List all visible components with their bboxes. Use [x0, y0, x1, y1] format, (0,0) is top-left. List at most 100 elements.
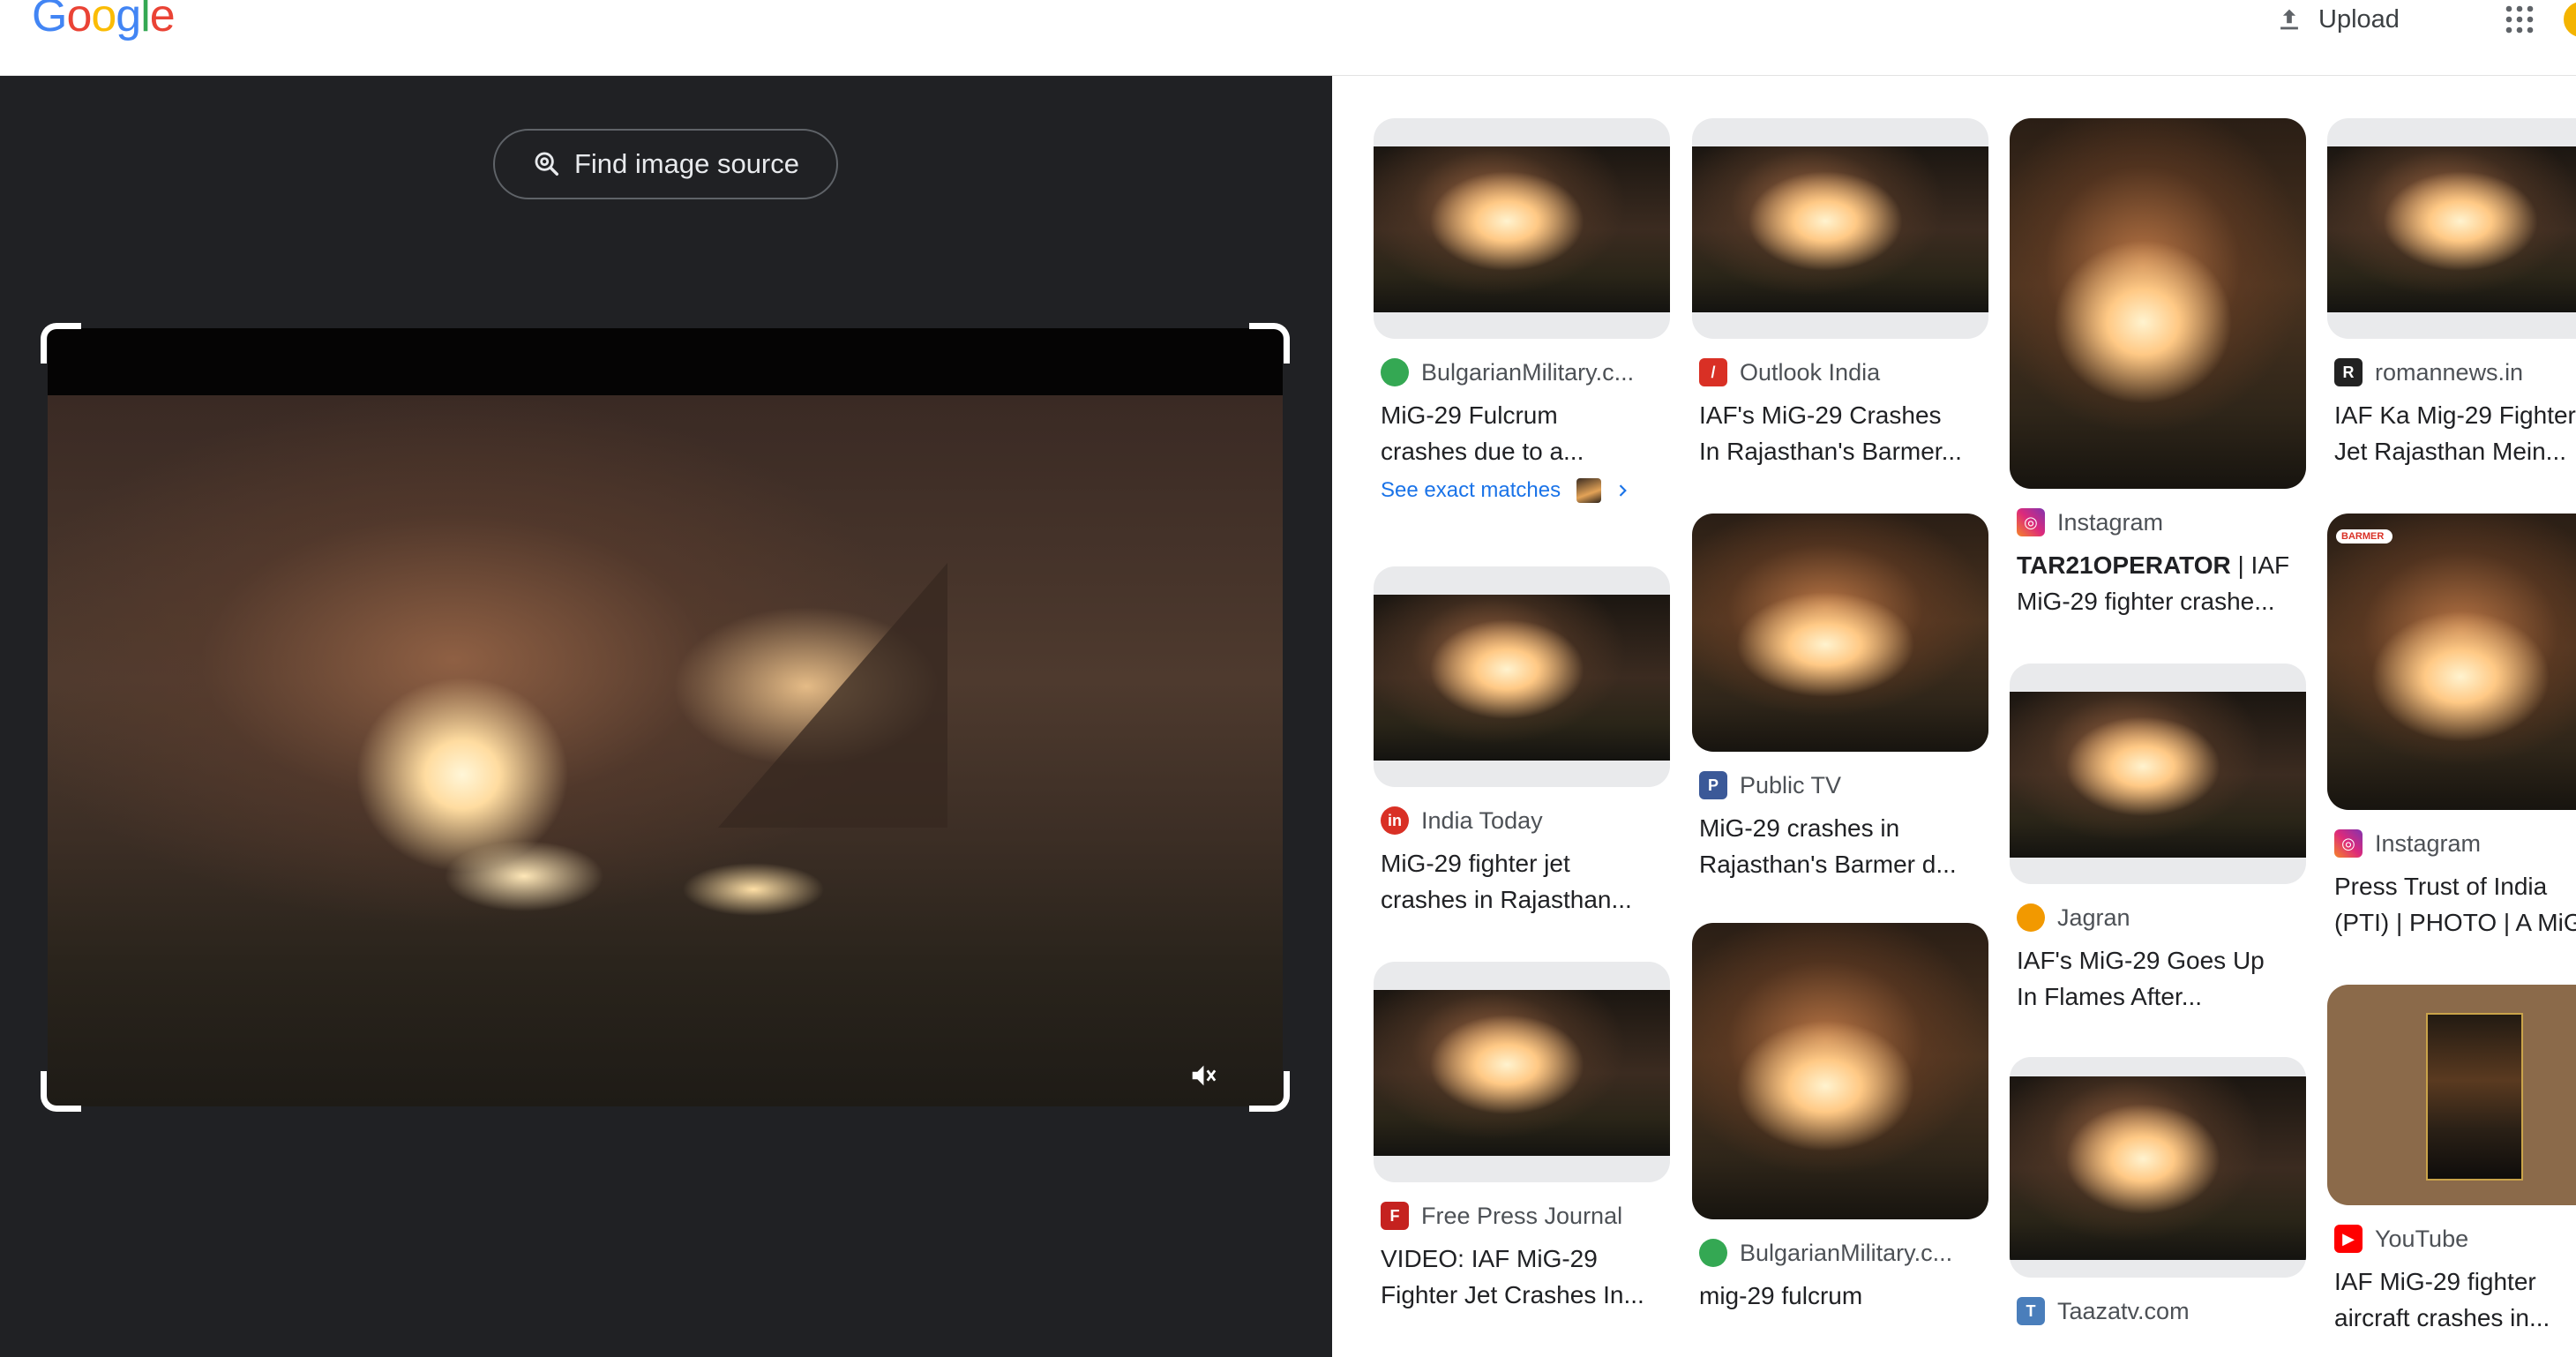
- crop-selection-frame[interactable]: [41, 323, 1290, 1112]
- logo-letter: o: [91, 0, 116, 41]
- result-title[interactable]: mig-29 fulcrum: [1699, 1278, 1990, 1314]
- result-title[interactable]: IAF Ka Mig-29 Fighter Jet Rajasthan Mein…: [2334, 397, 2576, 469]
- source-name: Taazatv.com: [2057, 1297, 2190, 1324]
- result-thumbnail[interactable]: [1692, 923, 1988, 1219]
- crop-handle-bottom-right[interactable]: [1249, 1071, 1290, 1112]
- thumbnail-photo: [2010, 118, 2306, 489]
- google-logo[interactable]: Google: [32, 0, 176, 42]
- visual-matches-grid: BulgarianMilitary.c... MiG-29 Fulcrum cr…: [1332, 76, 2576, 1357]
- source-name: Outlook India: [1740, 358, 1881, 386]
- source-name: BulgarianMilitary.c...: [1740, 1239, 1953, 1266]
- source-favicon: /: [1699, 358, 1727, 386]
- see-exact-matches-link[interactable]: See exact matches: [1381, 478, 1670, 503]
- result-card[interactable]: T Taazatv.com: [2010, 1057, 2306, 1331]
- result-thumbnail[interactable]: [1374, 566, 1670, 787]
- result-card[interactable]: ◎ Instagram TAR21OPERATOR | IAF MiG-29 f…: [2010, 118, 2306, 619]
- crop-handle-top-right[interactable]: [1249, 323, 1290, 364]
- exact-match-thumb-icon: [1576, 478, 1602, 503]
- result-source[interactable]: Jagran: [2017, 898, 2306, 937]
- find-image-source-button[interactable]: Find image source: [493, 129, 838, 199]
- result-title[interactable]: IAF MiG-29 fighter aircraft crashes in..…: [2334, 1263, 2576, 1336]
- result-thumbnail[interactable]: [2010, 1057, 2306, 1278]
- result-source[interactable]: BulgarianMilitary.c...: [1699, 1233, 1988, 1272]
- result-card[interactable]: Jagran IAF's MiG-29 Goes Up In Flames Af…: [2010, 664, 2306, 1015]
- result-title[interactable]: MiG-29 fighter jet crashes in Rajasthan.…: [1381, 845, 1672, 918]
- thumbnail-photo: [1692, 923, 1988, 1219]
- result-source[interactable]: ◎ Instagram: [2017, 503, 2306, 542]
- source-name: Instagram: [2057, 508, 2164, 536]
- result-title[interactable]: MiG-29 Fulcrum crashes due to a...: [1381, 397, 1672, 469]
- source-name: BulgarianMilitary.c...: [1421, 358, 1635, 386]
- source-name: romannews.in: [2375, 358, 2524, 386]
- result-source[interactable]: T Taazatv.com: [2017, 1292, 2306, 1331]
- source-name: YouTube: [2375, 1225, 2469, 1252]
- result-title[interactable]: TAR21OPERATOR | IAF MiG-29 fighter crash…: [2017, 547, 2308, 619]
- result-thumbnail[interactable]: [1374, 118, 1670, 339]
- thumbnail-photo: [1692, 514, 1988, 752]
- crop-handle-top-left[interactable]: [41, 323, 81, 364]
- logo-letter: G: [32, 0, 67, 41]
- source-favicon: F: [1381, 1202, 1409, 1230]
- result-source[interactable]: R romannews.in: [2334, 353, 2576, 392]
- result-thumbnail[interactable]: [1374, 962, 1670, 1182]
- crop-handle-bottom-left[interactable]: [41, 1071, 81, 1112]
- account-avatar[interactable]: [2564, 2, 2576, 37]
- result-source[interactable]: F Free Press Journal: [1381, 1196, 1670, 1235]
- result-thumbnail[interactable]: [2010, 118, 2306, 489]
- result-card[interactable]: P Public TV MiG-29 crashes in Rajasthan'…: [1692, 514, 1988, 882]
- chevron-right-icon: [1619, 484, 1627, 497]
- youtube-icon: ▶: [2334, 1225, 2363, 1253]
- result-title[interactable]: IAF's MiG-29 Crashes In Rajasthan's Barm…: [1699, 397, 1990, 469]
- result-title[interactable]: Press Trust of India (PTI) | PHOTO | A M…: [2334, 868, 2576, 941]
- thumbnail-photo: [1374, 146, 1670, 312]
- instagram-icon: ◎: [2017, 508, 2045, 536]
- result-card[interactable]: BARMER ◎ Instagram Press Trust of India …: [2327, 514, 2576, 941]
- result-card[interactable]: ▶ YouTube IAF MiG-29 fighter aircraft cr…: [2327, 985, 2576, 1336]
- thumbnail-photo: [1374, 990, 1670, 1156]
- result-source[interactable]: ◎ Instagram: [2334, 824, 2576, 863]
- source-favicon: R: [2334, 358, 2363, 386]
- result-card[interactable]: BulgarianMilitary.c... MiG-29 Fulcrum cr…: [1374, 118, 1670, 503]
- result-card[interactable]: in India Today MiG-29 fighter jet crashe…: [1374, 566, 1670, 918]
- result-title[interactable]: IAF's MiG-29 Goes Up In Flames After...: [2017, 942, 2308, 1015]
- result-source[interactable]: ▶ YouTube: [2334, 1219, 2576, 1258]
- result-thumbnail[interactable]: [2010, 664, 2306, 884]
- thumbnail-photo: [2327, 146, 2576, 312]
- result-thumbnail[interactable]: [2327, 118, 2576, 339]
- source-favicon: [1699, 1239, 1727, 1267]
- apps-grid-icon[interactable]: [2504, 4, 2535, 35]
- result-thumbnail[interactable]: [1692, 118, 1988, 339]
- instagram-icon: ◎: [2334, 829, 2363, 858]
- upload-icon: [2280, 9, 2298, 30]
- find-image-source-label: Find image source: [573, 148, 799, 179]
- result-source[interactable]: / Outlook India: [1699, 353, 1988, 392]
- result-thumbnail[interactable]: [2327, 985, 2576, 1205]
- result-title[interactable]: MiG-29 crashes in Rajasthan's Barmer d..…: [1699, 810, 1990, 882]
- source-name: Instagram: [2375, 829, 2482, 857]
- result-card[interactable]: F Free Press Journal VIDEO: IAF MiG-29 F…: [1374, 962, 1670, 1313]
- thumbnail-photo: [1374, 595, 1670, 761]
- source-name: India Today: [1421, 806, 1543, 834]
- result-source[interactable]: in India Today: [1381, 801, 1670, 840]
- upload-label: Upload: [2318, 4, 2400, 34]
- result-card[interactable]: R romannews.in IAF Ka Mig-29 Fighter Jet…: [2327, 118, 2576, 469]
- exact-matches-label: See exact matches: [1381, 478, 1561, 502]
- source-favicon: P: [1699, 771, 1727, 799]
- source-favicon: in: [1381, 806, 1409, 835]
- thumbnail-photo: [2010, 692, 2306, 858]
- result-source[interactable]: BulgarianMilitary.c...: [1381, 353, 1670, 392]
- result-thumbnail[interactable]: BARMER: [2327, 514, 2576, 810]
- top-bar: Google Upload: [0, 0, 2576, 76]
- result-thumbnail[interactable]: [1692, 514, 1988, 752]
- result-title[interactable]: VIDEO: IAF MiG-29 Fighter Jet Crashes In…: [1381, 1241, 1672, 1313]
- logo-letter: l: [140, 0, 151, 41]
- result-source[interactable]: P Public TV: [1699, 766, 1988, 805]
- source-favicon: [2017, 903, 2045, 932]
- mute-icon[interactable]: [1187, 1061, 1217, 1091]
- source-name: Jagran: [2057, 903, 2130, 931]
- upload-button[interactable]: Upload: [2274, 0, 2400, 39]
- logo-letter: g: [116, 0, 141, 41]
- video-poster: [2426, 1013, 2523, 1181]
- result-card[interactable]: BulgarianMilitary.c... mig-29 fulcrum: [1692, 923, 1988, 1314]
- result-card[interactable]: / Outlook India IAF's MiG-29 Crashes In …: [1692, 118, 1988, 469]
